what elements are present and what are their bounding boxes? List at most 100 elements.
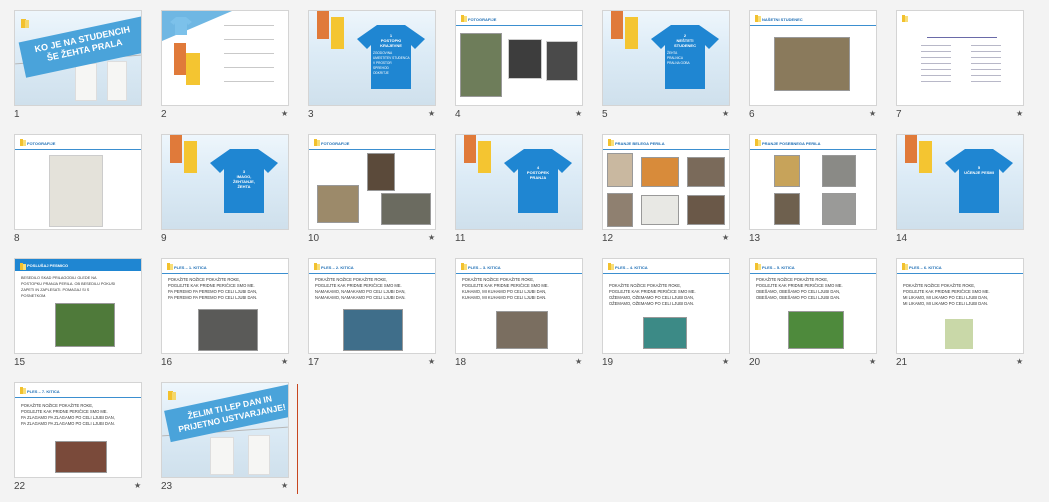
star-icon[interactable]: ★ bbox=[722, 233, 729, 242]
slide-number: 18 bbox=[455, 357, 467, 368]
star-icon[interactable]: ★ bbox=[722, 357, 729, 366]
star-icon[interactable]: ★ bbox=[575, 109, 582, 118]
slide-thumbnail[interactable] bbox=[896, 10, 1024, 106]
slide-8[interactable]: FOTOGRAFIJE 8 bbox=[14, 134, 161, 258]
photo-image bbox=[460, 33, 502, 97]
slide-thumbnail[interactable]: PRANJE BELEGA PERILA bbox=[602, 134, 730, 230]
section-title: NEŠTETI STUDENEC bbox=[673, 38, 696, 48]
slide-number: 6 bbox=[749, 109, 755, 120]
photo-image bbox=[822, 193, 856, 225]
slide-12[interactable]: PRANJE BELEGA PERILA 12 ★ bbox=[602, 134, 749, 258]
slide-14[interactable]: 5 UČENJE PESMI 14 bbox=[896, 134, 1043, 258]
star-icon[interactable]: ★ bbox=[575, 357, 582, 366]
star-icon[interactable]: ★ bbox=[281, 481, 288, 490]
slide-5[interactable]: 2 NEŠTETI STUDENEC ŽEHTA PRALNICA PRALNA… bbox=[602, 10, 749, 134]
slide-thumbnail[interactable]: 4 POSTOPEK PRANJA bbox=[455, 134, 583, 230]
star-icon[interactable]: ★ bbox=[869, 109, 876, 118]
slide-7[interactable]: 7 ★ bbox=[896, 10, 1043, 134]
photo-image bbox=[381, 193, 431, 225]
slide-18[interactable]: PLES – 3. KITICA POKAŽITE NOŽICE POKAŽIT… bbox=[455, 258, 602, 382]
slide-3[interactable]: 1 POSTOPKI KRAJEVNE ZGODOVINA UMESTITEV … bbox=[308, 10, 455, 134]
star-icon[interactable]: ★ bbox=[428, 357, 435, 366]
slide-4[interactable]: FOTOGRAFIJE 4 ★ bbox=[455, 10, 602, 134]
star-icon[interactable]: ★ bbox=[1016, 357, 1023, 366]
slide-thumbnail[interactable]: PLES – 5. KITICA POKAŽITE NOŽICE POKAŽIT… bbox=[749, 258, 877, 354]
slide-6[interactable]: NAŠETNI STUDENEC 6 ★ bbox=[749, 10, 896, 134]
slide-row: KO JE NA STUDENCIH ŠE ŽEHTA PRALA 1 2 ★ bbox=[14, 10, 1044, 134]
slide-header: PRANJE BELEGA PERILA bbox=[615, 141, 665, 146]
slide-16[interactable]: PLES – 1. KITICA POKAŽITE NOŽICE POKAŽIT… bbox=[161, 258, 308, 382]
slide-thumbnail[interactable]: POSLUŠAJ PESMICO BESEDILO SKAD PRILAGODI… bbox=[14, 258, 142, 354]
star-icon[interactable]: ★ bbox=[722, 109, 729, 118]
slide-header: PLES – 4. KITICA bbox=[615, 265, 648, 270]
flag-icon bbox=[25, 20, 29, 28]
slide-header: FOTOGRAFIJE bbox=[321, 141, 350, 146]
star-icon[interactable]: ★ bbox=[428, 233, 435, 242]
orange-block bbox=[174, 43, 186, 75]
photo-image bbox=[198, 309, 258, 351]
orange-block bbox=[317, 11, 329, 39]
slide-thumbnail[interactable]: 3 IMAGO, ŽEHTANJE, ŽEHTA bbox=[161, 134, 289, 230]
section-title: POSTOPEK PRANJA bbox=[526, 170, 550, 180]
slide-19[interactable]: PLES – 4. KITICA POKAŽITE NOŽICE POKAŽIT… bbox=[602, 258, 749, 382]
slide-thumbnail[interactable]: KO JE NA STUDENCIH ŠE ŽEHTA PRALA bbox=[14, 10, 142, 106]
slide-sorter-grid: KO JE NA STUDENCIH ŠE ŽEHTA PRALA 1 2 ★ bbox=[14, 10, 1044, 502]
slide-thumbnail[interactable]: PLES – 6. KITICA POKAŽITE NOŽICE POKAŽIT… bbox=[896, 258, 1024, 354]
slide-number: 10 bbox=[308, 233, 320, 244]
star-icon[interactable]: ★ bbox=[869, 357, 876, 366]
star-icon[interactable]: ★ bbox=[134, 481, 141, 490]
slide-thumbnail[interactable]: PLES – 1. KITICA POKAŽITE NOŽICE POKAŽIT… bbox=[161, 258, 289, 354]
slide-thumbnail[interactable]: PLES – 2. KITICA POKAŽITE NOŽICE POKAŽIT… bbox=[308, 258, 436, 354]
slide-thumbnail[interactable]: PLES – 4. KITICA POKAŽITE NOŽICE POKAŽIT… bbox=[602, 258, 730, 354]
tshirt-icon bbox=[170, 17, 192, 35]
slide-number: 8 bbox=[14, 233, 20, 244]
star-icon[interactable]: ★ bbox=[1016, 109, 1023, 118]
star-icon[interactable]: ★ bbox=[281, 357, 288, 366]
star-icon[interactable]: ★ bbox=[281, 109, 288, 118]
slide-thumbnail[interactable]: PLES – 7. KITICA POKAŽITE NOŽICE POKAŽIT… bbox=[14, 382, 142, 478]
slide-number: 3 bbox=[308, 109, 314, 120]
slide-20[interactable]: PLES – 5. KITICA POKAŽITE NOŽICE POKAŽIT… bbox=[749, 258, 896, 382]
slide-11[interactable]: 4 POSTOPEK PRANJA 11 bbox=[455, 134, 602, 258]
slide-23[interactable]: ŽELIM TI LEP DAN IN PRIJETNO USTVARJANJE… bbox=[161, 382, 308, 502]
photo-image bbox=[687, 195, 725, 225]
slide-13[interactable]: PRANJE POSEBNEGA PERILA 13 bbox=[749, 134, 896, 258]
slide-thumbnail[interactable]: FOTOGRAFIJE bbox=[14, 134, 142, 230]
slide-header: FOTOGRAFIJE bbox=[468, 17, 497, 22]
star-icon[interactable]: ★ bbox=[428, 109, 435, 118]
illustration-image bbox=[643, 317, 687, 349]
slide-9[interactable]: 3 IMAGO, ŽEHTANJE, ŽEHTA 9 bbox=[161, 134, 308, 258]
slide-thumbnail[interactable]: 2 NEŠTETI STUDENEC ŽEHTA PRALNICA PRALNA… bbox=[602, 10, 730, 106]
slide-number: 13 bbox=[749, 233, 761, 244]
photo-image bbox=[822, 155, 856, 187]
slide-thumbnail[interactable]: NAŠETNI STUDENEC bbox=[749, 10, 877, 106]
slide-number: 22 bbox=[14, 481, 26, 492]
slide-21[interactable]: PLES – 6. KITICA POKAŽITE NOŽICE POKAŽIT… bbox=[896, 258, 1043, 382]
photo-image bbox=[687, 157, 725, 187]
framed-photo bbox=[508, 39, 542, 79]
slide-17[interactable]: PLES – 2. KITICA POKAŽITE NOŽICE POKAŽIT… bbox=[308, 258, 455, 382]
slide-10[interactable]: FOTOGRAFIJE 10 ★ bbox=[308, 134, 455, 258]
slide-thumbnail[interactable]: ŽELIM TI LEP DAN IN PRIJETNO USTVARJANJE… bbox=[161, 382, 289, 478]
slide-22[interactable]: PLES – 7. KITICA POKAŽITE NOŽICE POKAŽIT… bbox=[14, 382, 161, 502]
slide-thumbnail[interactable]: PRANJE POSEBNEGA PERILA bbox=[749, 134, 877, 230]
slide-thumbnail[interactable] bbox=[161, 10, 289, 106]
slide-row: FOTOGRAFIJE 8 3 IMAGO, ŽEHTANJE, ŽEHTA 9 bbox=[14, 134, 1044, 258]
slide-row: POSLUŠAJ PESMICO BESEDILO SKAD PRILAGODI… bbox=[14, 258, 1044, 382]
slide-number: 2 bbox=[161, 109, 167, 120]
slide-thumbnail[interactable]: PLES – 3. KITICA POKAŽITE NOŽICE POKAŽIT… bbox=[455, 258, 583, 354]
final-banner: ŽELIM TI LEP DAN IN PRIJETNO USTVARJANJE… bbox=[164, 383, 288, 443]
slide-thumbnail[interactable]: FOTOGRAFIJE bbox=[308, 134, 436, 230]
slide-number: 19 bbox=[602, 357, 614, 368]
slide-number: 15 bbox=[14, 357, 26, 368]
photo-image bbox=[774, 155, 800, 187]
slide-1[interactable]: KO JE NA STUDENCIH ŠE ŽEHTA PRALA 1 bbox=[14, 10, 161, 134]
well-photo bbox=[774, 37, 850, 91]
section-title: POSTOPKI KRAJEVNE bbox=[380, 38, 402, 48]
slide-thumbnail[interactable]: 5 UČENJE PESMI bbox=[896, 134, 1024, 230]
slide-thumbnail[interactable]: 1 POSTOPKI KRAJEVNE ZGODOVINA UMESTITEV … bbox=[308, 10, 436, 106]
slide-15[interactable]: POSLUŠAJ PESMICO BESEDILO SKAD PRILAGODI… bbox=[14, 258, 161, 382]
photo-image bbox=[607, 153, 633, 187]
slide-2[interactable]: 2 ★ bbox=[161, 10, 308, 134]
slide-thumbnail[interactable]: FOTOGRAFIJE bbox=[455, 10, 583, 106]
